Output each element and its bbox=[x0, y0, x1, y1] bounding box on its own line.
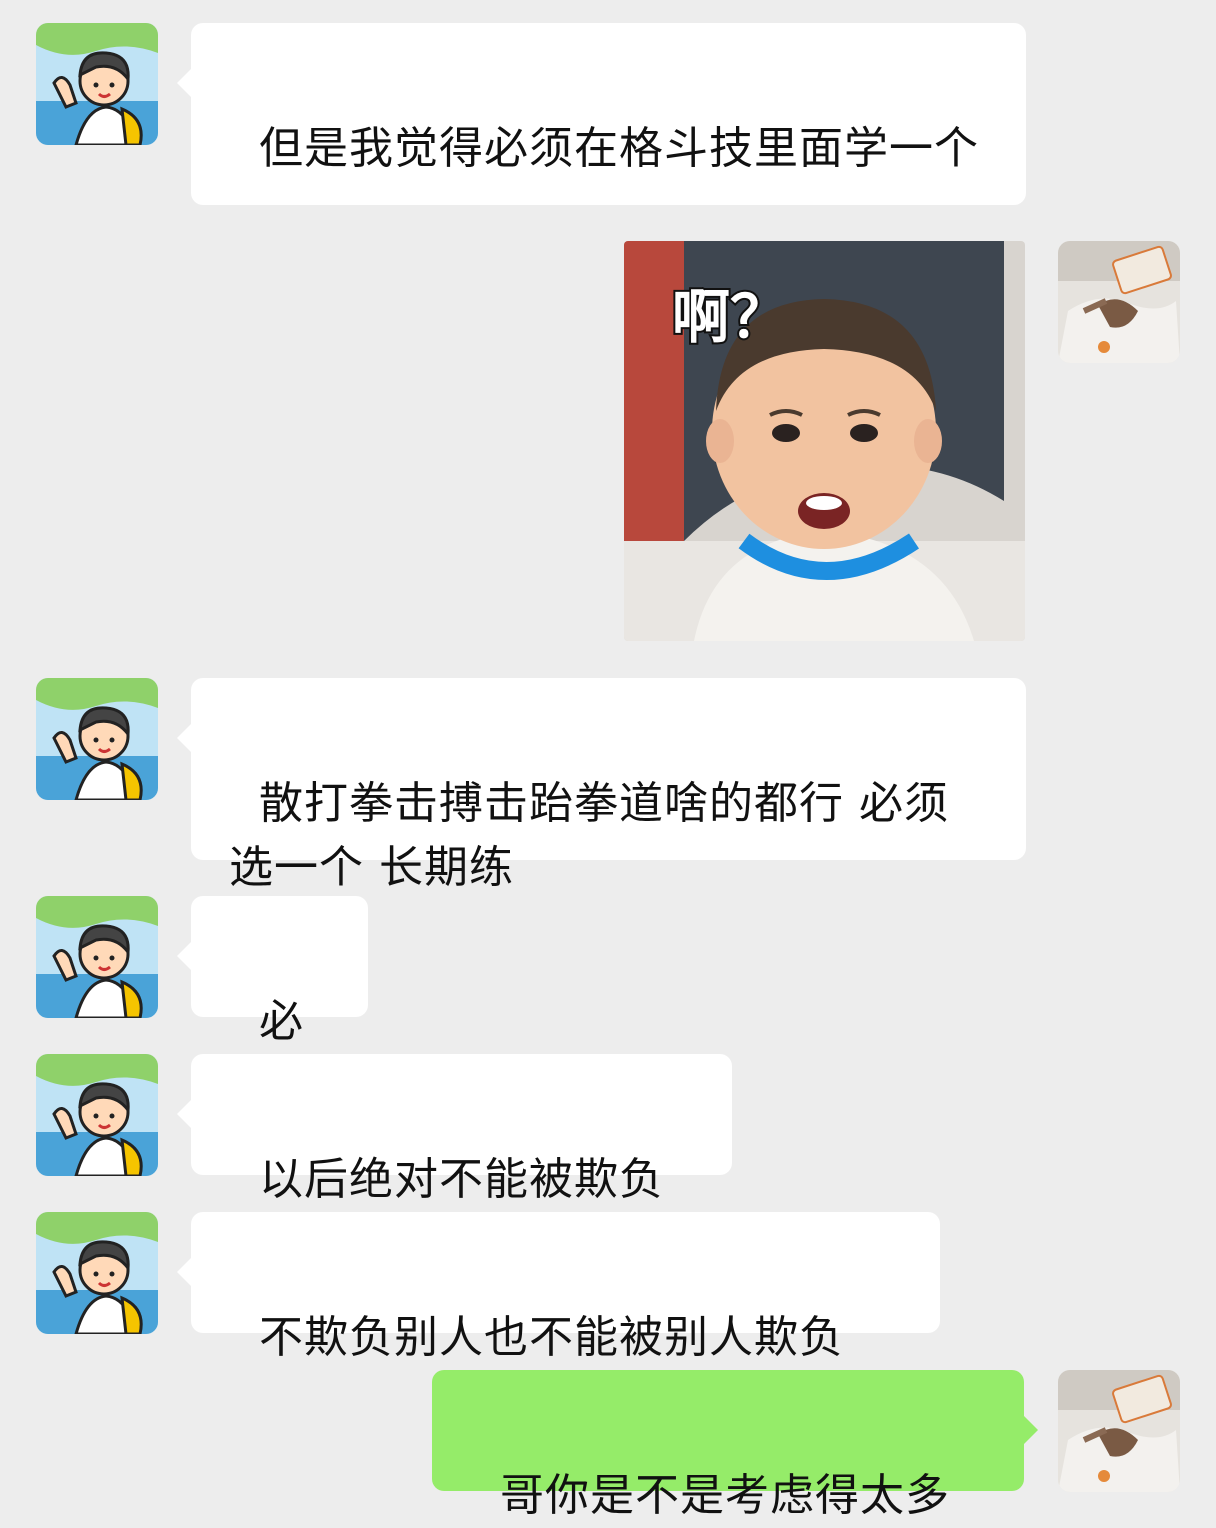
message-bubble-incoming[interactable]: 必须 bbox=[177, 896, 368, 1111]
contact-avatar-icon[interactable] bbox=[36, 1054, 158, 1176]
contact-avatar-icon[interactable] bbox=[36, 896, 158, 1018]
message-bubble-incoming[interactable]: 不欺负别人也不能被别人欺负 bbox=[177, 1212, 940, 1363]
message-bubble-incoming[interactable]: 但是我觉得必须在格斗技里面学一个 bbox=[177, 23, 1026, 205]
sticker-caption: 啊？ bbox=[672, 283, 788, 351]
my-avatar-icon[interactable] bbox=[1058, 1370, 1180, 1492]
message-bubble-incoming[interactable]: 以后绝对不能被欺负 bbox=[177, 1054, 732, 1205]
message-text: 以后绝对不能被欺负 bbox=[258, 1154, 664, 1205]
message-text: 但是我觉得必须在格斗技里面学一个 bbox=[258, 123, 979, 174]
message-text: 散打拳击搏击跆拳道啥的都行 必须选一个 长期练 bbox=[229, 778, 949, 893]
sticker-image[interactable]: 啊？ bbox=[624, 241, 1025, 641]
contact-avatar-icon[interactable] bbox=[36, 678, 158, 800]
message-text: 不欺负别人也不能被别人欺负 bbox=[258, 1312, 844, 1363]
contact-avatar-icon[interactable] bbox=[36, 23, 158, 145]
message-bubble-outgoing[interactable]: 哥你是不是考虑得太多 bbox=[432, 1370, 1038, 1521]
contact-avatar-icon[interactable] bbox=[36, 1212, 158, 1334]
my-avatar-icon[interactable] bbox=[1058, 241, 1180, 363]
message-text: 哥你是不是考虑得太多 bbox=[499, 1470, 950, 1521]
message-bubble-incoming[interactable]: 散打拳击搏击跆拳道啥的都行 必须选一个 长期练 bbox=[177, 678, 1026, 893]
